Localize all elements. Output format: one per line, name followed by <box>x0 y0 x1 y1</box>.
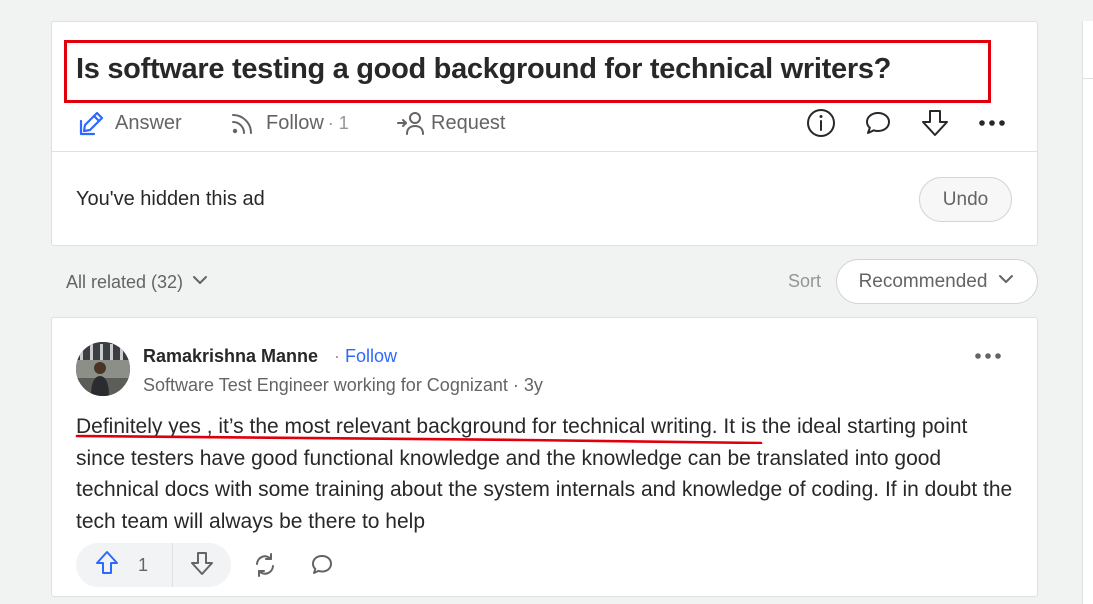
author-follow-link[interactable]: Follow <box>345 346 397 366</box>
author-follow[interactable]: · Follow <box>334 346 397 367</box>
upvote-count: 1 <box>138 554 149 575</box>
red-underline-mark <box>75 434 763 444</box>
answer-button[interactable]: Answer <box>78 108 182 138</box>
follow-feed-icon <box>229 109 257 137</box>
answer-label: Answer <box>115 111 182 134</box>
chevron-down-icon <box>183 271 209 294</box>
chevron-down-icon <box>987 270 1015 294</box>
vote-controls: 1 <box>76 543 231 587</box>
follow-separator: · <box>334 346 340 366</box>
undo-button[interactable]: Undo <box>919 177 1012 222</box>
follow-button[interactable]: Follow · 1 <box>229 108 349 138</box>
right-sidebar-edge <box>1082 21 1093 604</box>
avatar[interactable] <box>76 342 130 396</box>
sort-label: Sort <box>788 271 822 291</box>
request-button[interactable]: Request <box>396 108 506 138</box>
downvote-icon[interactable] <box>918 106 952 140</box>
all-related-dropdown[interactable]: All related (32) <box>66 271 209 294</box>
all-related-label: All related (32) <box>66 272 184 292</box>
sort-value: Recommended <box>858 270 988 292</box>
answer-text[interactable]: Definitely yes , it’s the most relevant … <box>76 411 1021 537</box>
downvote-icon <box>189 550 215 581</box>
author-credential: Software Test Engineer working for Cogni… <box>143 375 543 395</box>
comment-icon[interactable] <box>861 106 895 140</box>
info-icon[interactable] <box>804 106 838 140</box>
request-label: Request <box>431 111 506 134</box>
downvote-button[interactable] <box>173 543 231 587</box>
upvote-button[interactable]: 1 <box>76 543 173 587</box>
follow-label: Follow <box>266 111 324 134</box>
title-highlight-box <box>64 40 991 103</box>
pencil-icon <box>78 109 106 137</box>
author-name[interactable]: Ramakrishna Manne <box>143 346 318 367</box>
answer-more-icon[interactable] <box>970 342 1006 370</box>
share-icon[interactable] <box>248 548 282 582</box>
request-person-icon <box>396 109 426 137</box>
follow-count: · 1 <box>327 112 349 133</box>
answer-comment-icon[interactable] <box>305 548 339 582</box>
hidden-ad-text: You've hidden this ad <box>76 188 265 210</box>
more-icon[interactable] <box>975 106 1009 140</box>
upvote-icon <box>94 550 120 581</box>
sort-dropdown[interactable]: Recommended <box>836 259 1038 304</box>
